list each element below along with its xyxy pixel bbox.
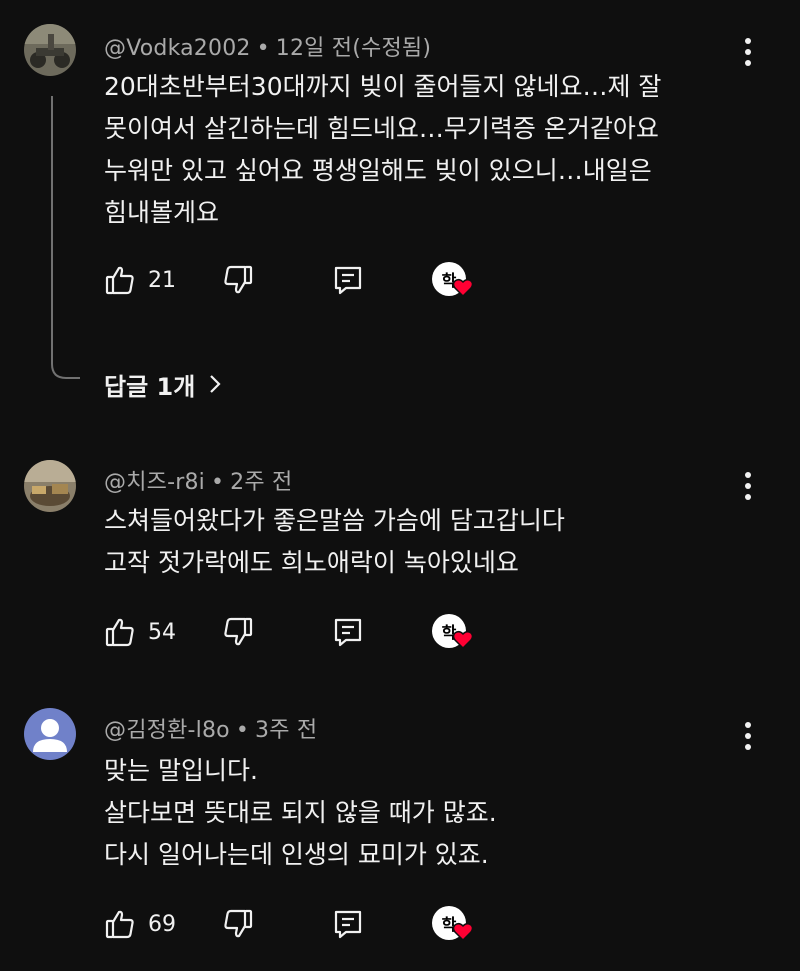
avatar[interactable]: [24, 460, 76, 512]
comment-text: 20대초반부터30대까지 빚이 줄어들지 않네요…제 잘 못이여서 살긴하는데 …: [104, 66, 661, 234]
comment-line: 스쳐들어왔다가 좋은말씀 가슴에 담고갑니다: [104, 506, 565, 535]
avatar[interactable]: [24, 708, 76, 760]
thumb-down-icon: [224, 265, 253, 294]
comment-line: 누워만 있고 싶어요 평생일해도 빚이 있으니…내일은: [104, 156, 652, 185]
comment-text: 스쳐들어왔다가 좋은말씀 가슴에 담고갑니다 고작 젓가락에도 희노애락이 녹아…: [104, 500, 565, 584]
comment-text: 맞는 말입니다. 살다보면 뜻대로 되지 않을 때가 많죠. 다시 일어나는데 …: [104, 750, 497, 876]
comment-actions: 54 학: [104, 612, 504, 652]
user-photo-avatar-icon: [24, 460, 76, 512]
heart-icon: [452, 922, 474, 942]
heart-icon: [452, 278, 474, 298]
creator-heart-badge[interactable]: 학: [432, 906, 476, 950]
author-name[interactable]: @Vodka2002: [104, 36, 251, 61]
reply-button[interactable]: [332, 260, 364, 300]
user-photo-avatar-icon: [24, 24, 76, 76]
like-button[interactable]: 69: [104, 904, 176, 944]
dislike-button[interactable]: [222, 260, 254, 300]
more-vert-icon[interactable]: [736, 468, 760, 504]
comment-actions: 21 학: [104, 260, 504, 300]
thumb-down-icon: [224, 617, 253, 646]
comment-line: 20대초반부터30대까지 빚이 줄어들지 않네요…제 잘: [104, 72, 662, 101]
creator-heart-badge[interactable]: 학: [432, 262, 476, 306]
thumb-up-icon: [105, 910, 134, 939]
replies-label: 답글 1개: [104, 372, 196, 401]
reply-icon: [334, 910, 362, 939]
meta-separator: •: [235, 718, 250, 743]
like-count: 21: [148, 267, 176, 293]
reply-icon: [334, 266, 362, 295]
creator-heart-badge[interactable]: 학: [432, 614, 476, 658]
comment-line: 다시 일어나는데 인생의 묘미가 있죠.: [104, 840, 489, 869]
comment-line: 고작 젓가락에도 희노애락이 녹아있네요: [104, 548, 519, 577]
comment-meta: @치즈-r8i • 2주 전: [104, 464, 292, 496]
reply-icon: [334, 618, 362, 647]
heart-icon: [452, 630, 474, 650]
comment-meta: @Vodka2002 • 12일 전(수정됨): [104, 30, 431, 62]
avatar[interactable]: [24, 24, 76, 76]
author-name[interactable]: @치즈-r8i: [104, 470, 205, 495]
more-vert-icon[interactable]: [736, 34, 760, 70]
meta-separator: •: [210, 470, 225, 495]
author-name[interactable]: @김정환-l8o: [104, 718, 230, 743]
like-button[interactable]: 21: [104, 260, 176, 300]
meta-separator: •: [256, 36, 270, 61]
comment-time[interactable]: 3주 전: [255, 718, 317, 743]
default-person-avatar-icon: [24, 708, 76, 760]
reply-button[interactable]: [332, 904, 364, 944]
comment-actions: 69 학: [104, 904, 504, 944]
dislike-button[interactable]: [222, 904, 254, 944]
like-count: 54: [148, 619, 176, 645]
thread-line: [51, 96, 80, 379]
comment-time[interactable]: 12일 전(수정됨): [276, 36, 431, 61]
thumb-up-icon: [105, 618, 134, 647]
dislike-button[interactable]: [222, 612, 254, 652]
comment-meta: @김정환-l8o • 3주 전: [104, 712, 317, 744]
like-count: 69: [148, 911, 176, 937]
like-button[interactable]: 54: [104, 612, 176, 652]
comment-line: 못이여서 살긴하는데 힘드네요…무기력증 온거같아요: [104, 114, 659, 143]
comment-line: 맞는 말입니다.: [104, 756, 258, 785]
chevron-right-icon: [210, 375, 221, 393]
thumb-down-icon: [224, 909, 253, 938]
reply-button[interactable]: [332, 612, 364, 652]
comment-time[interactable]: 2주 전: [230, 470, 292, 495]
view-replies-button[interactable]: 답글 1개: [104, 364, 223, 404]
comment-line: 힘내볼게요: [104, 198, 220, 227]
more-vert-icon[interactable]: [736, 718, 760, 754]
thumb-up-icon: [105, 266, 134, 295]
comment-line: 살다보면 뜻대로 되지 않을 때가 많죠.: [104, 798, 497, 827]
